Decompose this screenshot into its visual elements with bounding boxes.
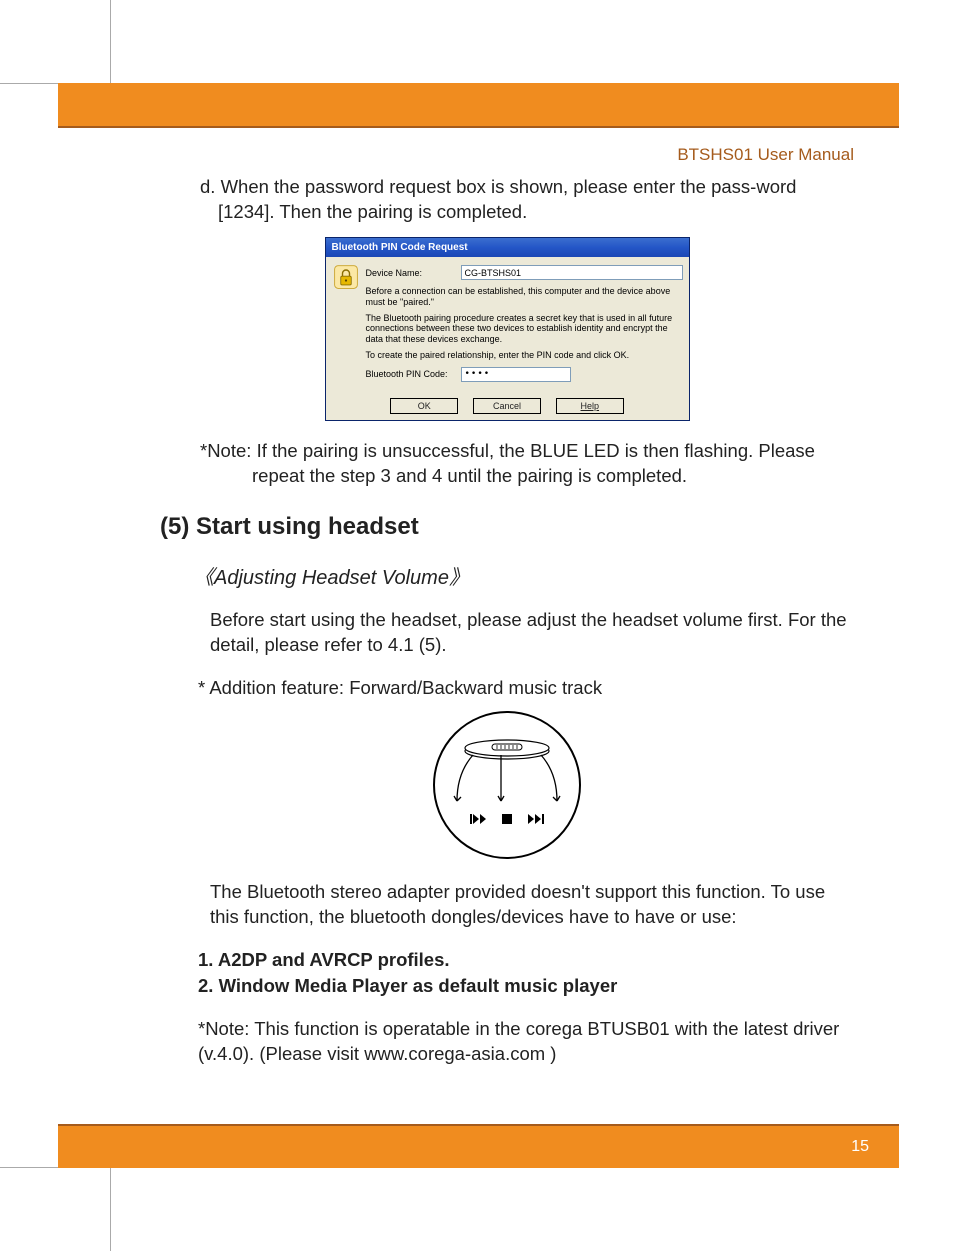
- device-name-row: Device Name:: [366, 265, 683, 280]
- cancel-button[interactable]: Cancel: [473, 398, 541, 414]
- subsection-adjusting-volume: 《Adjusting Headset Volume》: [194, 565, 854, 592]
- controls-row: [435, 810, 579, 829]
- page-content: d. When the password request box is show…: [160, 175, 854, 1121]
- headset-diagram: [160, 711, 854, 866]
- page-number: 15: [851, 1138, 869, 1156]
- prev-track-icon: [470, 810, 488, 829]
- frame-line: [110, 1168, 111, 1251]
- note-btusb01: *Note: This function is operatable in th…: [198, 1017, 854, 1067]
- arrow-stop-icon: [493, 753, 509, 813]
- help-button-label: Help: [581, 401, 600, 411]
- step-d-body: When the password request box is shown, …: [218, 176, 796, 222]
- list-item-2: 2. Window Media Player as default music …: [198, 974, 854, 999]
- section-5-heading: (5) Start using headset: [160, 511, 854, 543]
- requirements-list: 1. A2DP and AVRCP profiles. 2. Window Me…: [198, 948, 854, 999]
- dialog-body: Device Name: Before a connection can be …: [326, 257, 689, 395]
- step-d-prefix: d.: [200, 176, 215, 197]
- note2-prefix: *Note:: [198, 1018, 249, 1039]
- dialog-container: Bluetooth PIN Code Request Device Name: …: [160, 237, 854, 421]
- pin-dialog: Bluetooth PIN Code Request Device Name: …: [325, 237, 690, 421]
- note2-body: This function is operatable in the coreg…: [198, 1018, 839, 1064]
- dialog-buttons: OK Cancel Help: [326, 396, 689, 420]
- manual-title: BTSHS01 User Manual: [677, 145, 854, 165]
- lock-icon: [332, 263, 360, 291]
- note-prefix: *Note:: [200, 440, 251, 461]
- stop-icon: [502, 810, 512, 829]
- frame-line: [110, 0, 111, 83]
- dialog-para2: The Bluetooth pairing procedure creates …: [366, 313, 683, 344]
- note-pairing: *Note: If the pairing is unsuccessful, t…: [200, 439, 854, 489]
- pin-field[interactable]: ••••: [461, 367, 571, 382]
- adapter-paragraph: The Bluetooth stereo adapter provided do…: [210, 880, 854, 930]
- device-name-field[interactable]: [461, 265, 683, 280]
- dialog-para1: Before a connection can be established, …: [366, 286, 683, 307]
- arrow-next-icon: [531, 753, 561, 813]
- next-track-icon: [526, 810, 544, 829]
- pin-row: Bluetooth PIN Code: ••••: [366, 367, 683, 382]
- arrow-prev-icon: [453, 753, 483, 813]
- pin-label: Bluetooth PIN Code:: [366, 368, 461, 380]
- help-button[interactable]: Help: [556, 398, 624, 414]
- ok-button[interactable]: OK: [390, 398, 458, 414]
- header-bar: [58, 83, 899, 128]
- list-item-1: 1. A2DP and AVRCP profiles.: [198, 948, 854, 973]
- step-d-text: d. When the password request box is show…: [200, 175, 854, 225]
- additional-feature: * Addition feature: Forward/Backward mus…: [198, 676, 854, 701]
- headset-circle: [433, 711, 581, 859]
- dialog-title-bar: Bluetooth PIN Code Request: [326, 238, 689, 258]
- footer-bar: 15: [58, 1124, 899, 1168]
- device-name-label: Device Name:: [366, 267, 461, 279]
- volume-paragraph: Before start using the headset, please a…: [210, 608, 854, 658]
- note-body: If the pairing is unsuccessful, the BLUE…: [252, 440, 815, 486]
- dialog-para3: To create the paired relationship, enter…: [366, 350, 683, 360]
